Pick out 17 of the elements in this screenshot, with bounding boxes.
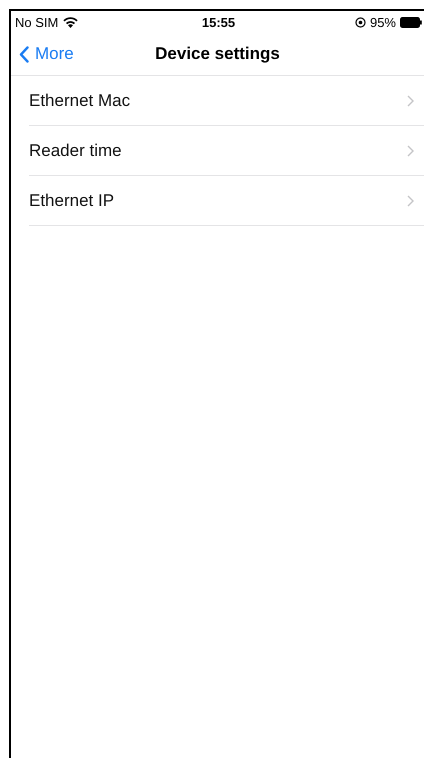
row-label: Ethernet Mac: [29, 90, 130, 110]
orientation-lock-icon: [354, 16, 366, 28]
chevron-right-icon: [407, 194, 414, 206]
settings-row[interactable]: Reader time: [29, 126, 424, 176]
screen-title: Device settings: [155, 44, 280, 64]
carrier-text: No SIM: [15, 14, 58, 30]
clock-text: 15:55: [202, 14, 236, 30]
settings-row[interactable]: Ethernet IP: [29, 176, 424, 226]
back-button[interactable]: More: [11, 44, 82, 64]
row-label: Reader time: [29, 140, 122, 160]
settings-row[interactable]: Ethernet Mac: [29, 76, 424, 126]
row-label: Ethernet IP: [29, 190, 114, 210]
chevron-left-icon: [19, 46, 29, 62]
wifi-icon: [63, 16, 78, 28]
battery-percent-text: 95%: [370, 14, 396, 30]
chevron-right-icon: [407, 94, 414, 106]
chevron-right-icon: [407, 144, 414, 156]
